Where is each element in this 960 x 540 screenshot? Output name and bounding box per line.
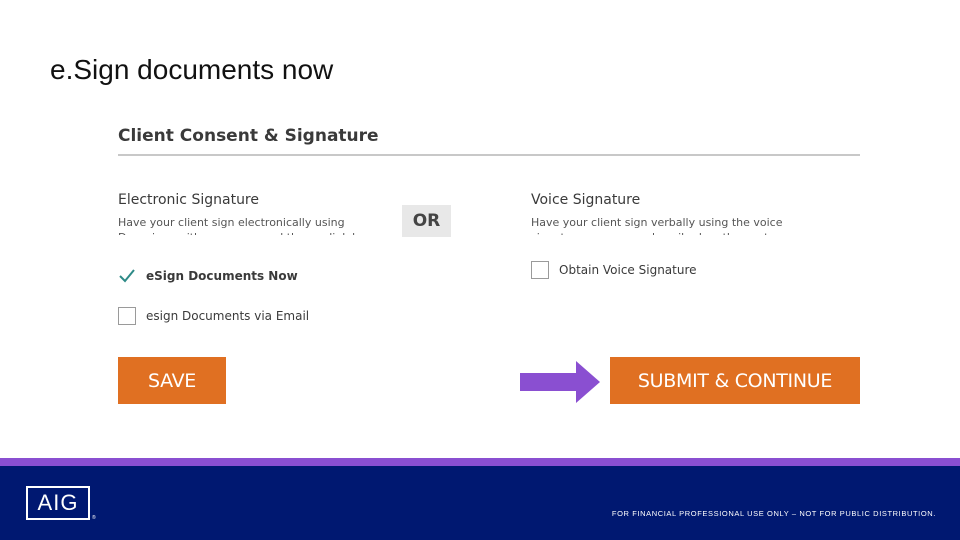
- checkmark-icon: [118, 267, 136, 285]
- or-badge: OR: [402, 205, 451, 237]
- submit-continue-button[interactable]: SUBMIT & CONTINUE: [610, 357, 860, 404]
- checkbox-voice-signature[interactable]: [531, 261, 549, 279]
- option-voice-signature-label: Obtain Voice Signature: [559, 263, 697, 277]
- aig-logo-registered-mark: ®: [92, 515, 96, 521]
- footer: [0, 466, 960, 540]
- option-voice-signature[interactable]: Obtain Voice Signature: [531, 261, 697, 279]
- save-button[interactable]: SAVE: [118, 357, 226, 404]
- electronic-signature-title: Electronic Signature: [118, 192, 259, 208]
- form-heading: Client Consent & Signature: [118, 126, 379, 146]
- option-esign-now-label: eSign Documents Now: [146, 269, 298, 283]
- voice-signature-title: Voice Signature: [531, 192, 641, 208]
- option-esign-now[interactable]: eSign Documents Now: [118, 267, 298, 285]
- slide-title: e.Sign documents now: [50, 54, 334, 85]
- option-esign-email[interactable]: esign Documents via Email: [118, 307, 309, 325]
- checkbox-esign-email[interactable]: [118, 307, 136, 325]
- aig-logo: AIG: [26, 486, 90, 520]
- right-arrow-icon: [520, 361, 600, 408]
- voice-signature-description: Have your client sign verbally using the…: [531, 216, 783, 235]
- option-esign-email-label: esign Documents via Email: [146, 309, 310, 323]
- footer-accent-bar: [0, 458, 960, 466]
- electronic-signature-description: Have your client sign electronically usi…: [118, 216, 366, 235]
- footer-disclaimer: FOR FINANCIAL PROFESSIONAL USE ONLY – NO…: [611, 509, 936, 518]
- form-divider: [118, 154, 860, 156]
